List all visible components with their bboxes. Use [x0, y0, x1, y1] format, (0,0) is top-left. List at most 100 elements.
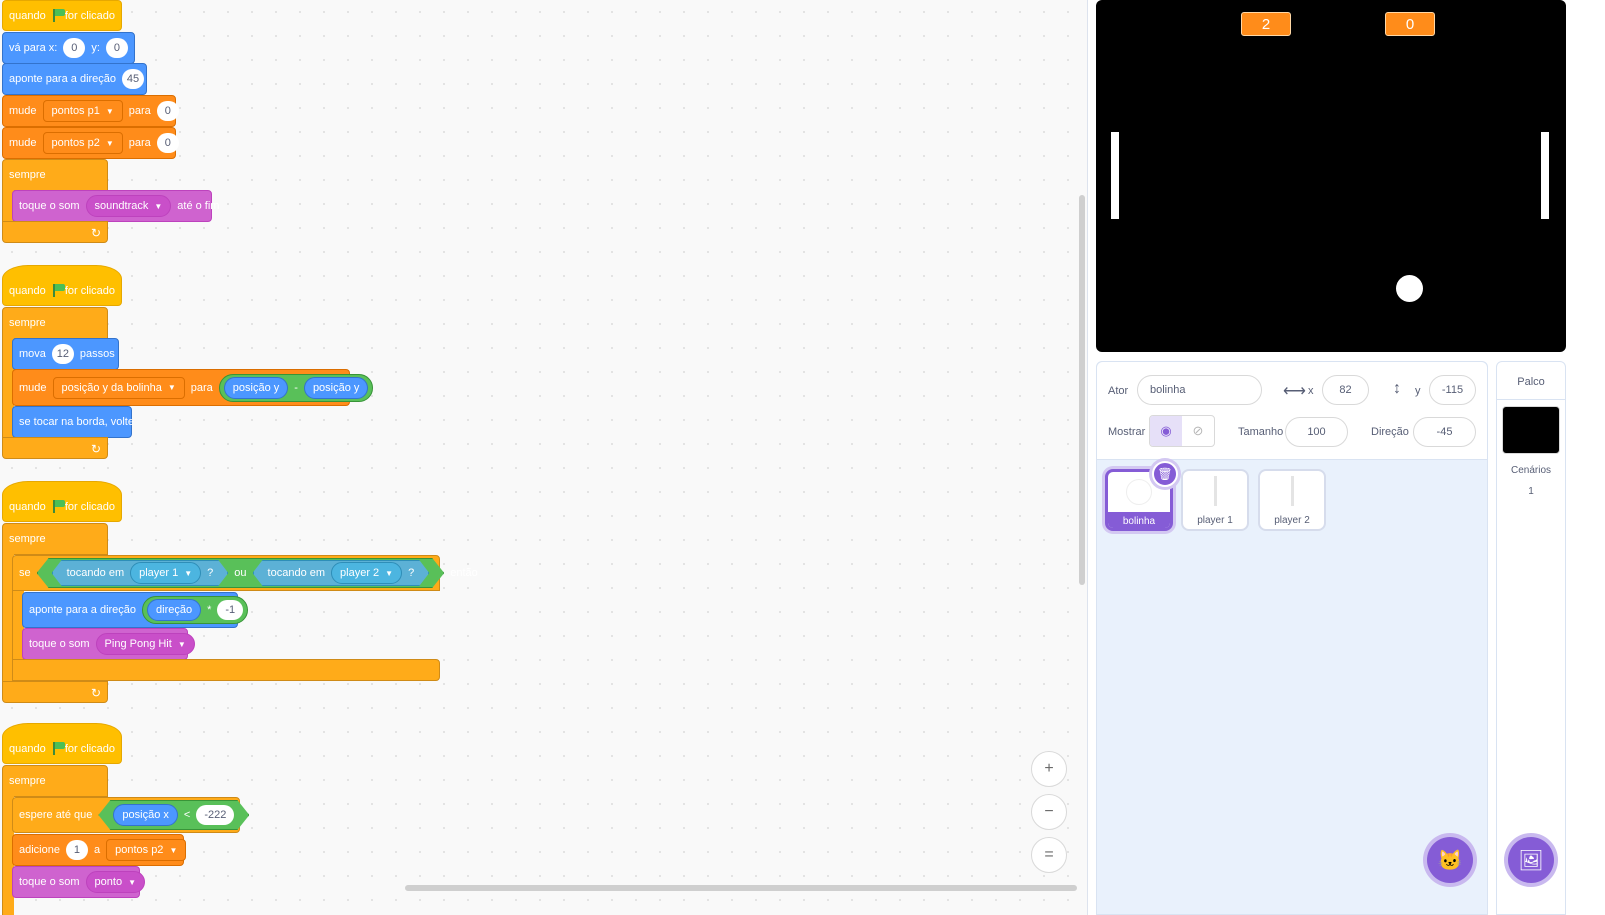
player-1-paddle — [1111, 132, 1119, 219]
subtract-operator[interactable]: posição y - posição y — [218, 373, 374, 402]
y-field[interactable]: -115 — [1429, 375, 1476, 405]
zoom-reset-button[interactable]: = — [1031, 837, 1067, 873]
x-position-reporter[interactable]: posição x — [113, 804, 177, 826]
add-value-input[interactable]: 1 — [65, 840, 88, 860]
zoom-out-button[interactable]: − — [1031, 794, 1067, 830]
backdrops-count: 1 — [1528, 486, 1534, 497]
horizontal-scrollbar[interactable] — [405, 885, 1077, 891]
forever-foot: ↻ — [2, 221, 108, 243]
if-label: se — [19, 567, 31, 579]
or-operator[interactable]: tocando em player 1 ▼ ? ou tocando em pla… — [37, 558, 445, 588]
touching-block[interactable]: tocando em player 2 ▼ ? — [253, 560, 430, 586]
touching-dropdown[interactable]: player 2 ▼ — [331, 562, 402, 584]
then-label: então — [450, 567, 478, 579]
sprite-tile-player-1[interactable]: player 1 — [1181, 469, 1249, 531]
zoom-in-button[interactable]: + — [1031, 751, 1067, 787]
sprite-thumbnail — [1183, 471, 1247, 511]
move-steps-block[interactable]: mova 12 passos — [12, 338, 119, 370]
dropdown-arrow-icon: ▼ — [128, 877, 136, 887]
play-label: toque o som — [19, 876, 80, 888]
vertical-scrollbar[interactable] — [1079, 195, 1085, 585]
sound-dropdown[interactable]: ponto ▼ — [85, 871, 145, 893]
goto-xy-block[interactable]: vá para x: 0 y: 0 — [2, 32, 135, 64]
touching-block[interactable]: tocando em player 1 ▼ ? — [52, 560, 229, 586]
ball-thumbnail-icon — [1126, 479, 1152, 505]
set-variable-block[interactable]: mude posição y da bolinha ▼ para posição … — [12, 369, 374, 406]
variable-dropdown[interactable]: pontos p2 ▼ — [42, 132, 123, 154]
y-position-reporter[interactable]: posição y — [223, 376, 289, 399]
touching-label: tocando em — [66, 567, 125, 579]
set-value-input[interactable]: 0 — [156, 101, 179, 121]
loop-arrow-icon: ↻ — [90, 686, 101, 700]
green-flag-icon — [52, 742, 65, 755]
code-area[interactable]: quando for clicado vá para x: 0 y: 0 apo… — [0, 0, 1088, 915]
to-label: a — [93, 844, 101, 856]
play-sound-block[interactable]: toque o som ponto ▼ — [12, 866, 145, 898]
size-field[interactable]: 100 — [1285, 417, 1348, 447]
direction-reporter[interactable]: direção — [147, 599, 202, 621]
x-field[interactable]: 82 — [1322, 375, 1369, 405]
forever-block[interactable]: sempre — [2, 523, 108, 555]
play-sound-until-done-block[interactable]: toque o som soundtrack ▼ até o fim — [12, 190, 219, 222]
point-label: aponte para a direção — [29, 604, 137, 616]
multiply-operator[interactable]: direção * -1 — [142, 596, 249, 624]
size-label: Tamanho — [1238, 426, 1284, 438]
move-steps-input[interactable]: 12 — [51, 344, 74, 364]
wait-until-block[interactable]: espere até que posição x < -222 — [12, 797, 240, 833]
sprite-name-field[interactable]: bolinha — [1137, 375, 1262, 405]
when-flag-clicked-block[interactable]: quando for clicado — [2, 265, 122, 306]
choose-sprite-button[interactable]: 🐱 — [1427, 837, 1473, 883]
compare-input[interactable]: -222 — [196, 805, 234, 825]
sprite-info: Ator bolinha ⟷ x 82 ↕ y -115 Mostrar ◉ ⊘… — [1097, 362, 1487, 460]
show-eye-icon[interactable]: ◉ — [1150, 416, 1182, 446]
forever-block[interactable]: sempre — [2, 159, 108, 191]
multiply-input[interactable]: -1 — [217, 600, 244, 620]
sound-dropdown[interactable]: Ping Pong Hit ▼ — [95, 633, 195, 655]
forever-block[interactable]: sempre — [2, 765, 108, 797]
set-label: mude — [19, 381, 47, 394]
play-sound-block[interactable]: toque o som Ping Pong Hit ▼ — [22, 628, 195, 660]
sprite-tile-player-2[interactable]: player 2 — [1258, 469, 1326, 531]
less-than-operator[interactable]: posição x < -222 — [98, 800, 249, 830]
if-then-block[interactable]: se tocando em player 1 ▼ ? ou tocando em … — [12, 555, 478, 591]
ball-sprite — [1396, 275, 1423, 302]
delete-sprite-button[interactable]: 🗑 — [1152, 461, 1178, 487]
stage-thumbnail[interactable] — [1502, 406, 1560, 454]
set-variable-block[interactable]: mude pontos p2 ▼ para 0 — [2, 127, 179, 159]
hide-eye-icon[interactable]: ⊘ — [1182, 416, 1214, 446]
when-flag-clicked-block[interactable]: quando for clicado — [2, 0, 122, 31]
forever-block[interactable]: sempre — [2, 307, 108, 339]
variable-name: pontos p2 — [51, 137, 100, 149]
clicked-label: for clicado — [64, 742, 115, 755]
goto-y-input[interactable]: 0 — [105, 38, 128, 58]
point-direction-block[interactable]: aponte para a direção 45 — [2, 63, 147, 95]
touching-dropdown[interactable]: player 1 ▼ — [130, 562, 201, 584]
choose-backdrop-button[interactable]: 🖼 — [1508, 837, 1554, 883]
when-label: quando — [9, 284, 46, 297]
variable-dropdown[interactable]: posição y da bolinha ▼ — [52, 376, 185, 399]
stage-selector[interactable]: Palco Cenários 1 — [1496, 361, 1566, 915]
sprite-tile-name: player 2 — [1274, 515, 1310, 526]
set-value-input[interactable]: 0 — [156, 133, 179, 153]
point-direction-input[interactable]: 45 — [122, 69, 145, 89]
direction-field[interactable]: -45 — [1413, 417, 1476, 447]
set-variable-block[interactable]: mude pontos p1 ▼ para 0 — [2, 95, 179, 127]
goto-x-input[interactable]: 0 — [63, 38, 86, 58]
point-direction-block[interactable]: aponte para a direção direção * -1 — [22, 592, 249, 628]
variable-dropdown[interactable]: pontos p2 ▼ — [106, 839, 187, 861]
y-position-reporter[interactable]: posição y — [303, 376, 369, 399]
sound-dropdown[interactable]: soundtrack ▼ — [85, 195, 172, 217]
bounce-on-edge-block[interactable]: se tocar na borda, volte — [12, 406, 134, 438]
when-flag-clicked-block[interactable]: quando for clicado — [2, 723, 122, 764]
sprite-label: Ator — [1108, 385, 1129, 397]
variable-dropdown[interactable]: pontos p1 ▼ — [42, 100, 123, 122]
play-label: toque o som — [19, 200, 80, 212]
goto-label: vá para x: — [9, 42, 58, 54]
stage-canvas[interactable]: 2 0 — [1096, 0, 1566, 352]
score-value: 0 — [1405, 15, 1415, 33]
when-flag-clicked-block[interactable]: quando for clicado — [2, 481, 122, 522]
change-variable-block[interactable]: adicione 1 a pontos p2 ▼ — [12, 834, 187, 866]
forever-label: sempre — [9, 775, 46, 787]
until-done-label: até o fim — [177, 200, 220, 212]
green-flag-icon — [52, 9, 65, 22]
